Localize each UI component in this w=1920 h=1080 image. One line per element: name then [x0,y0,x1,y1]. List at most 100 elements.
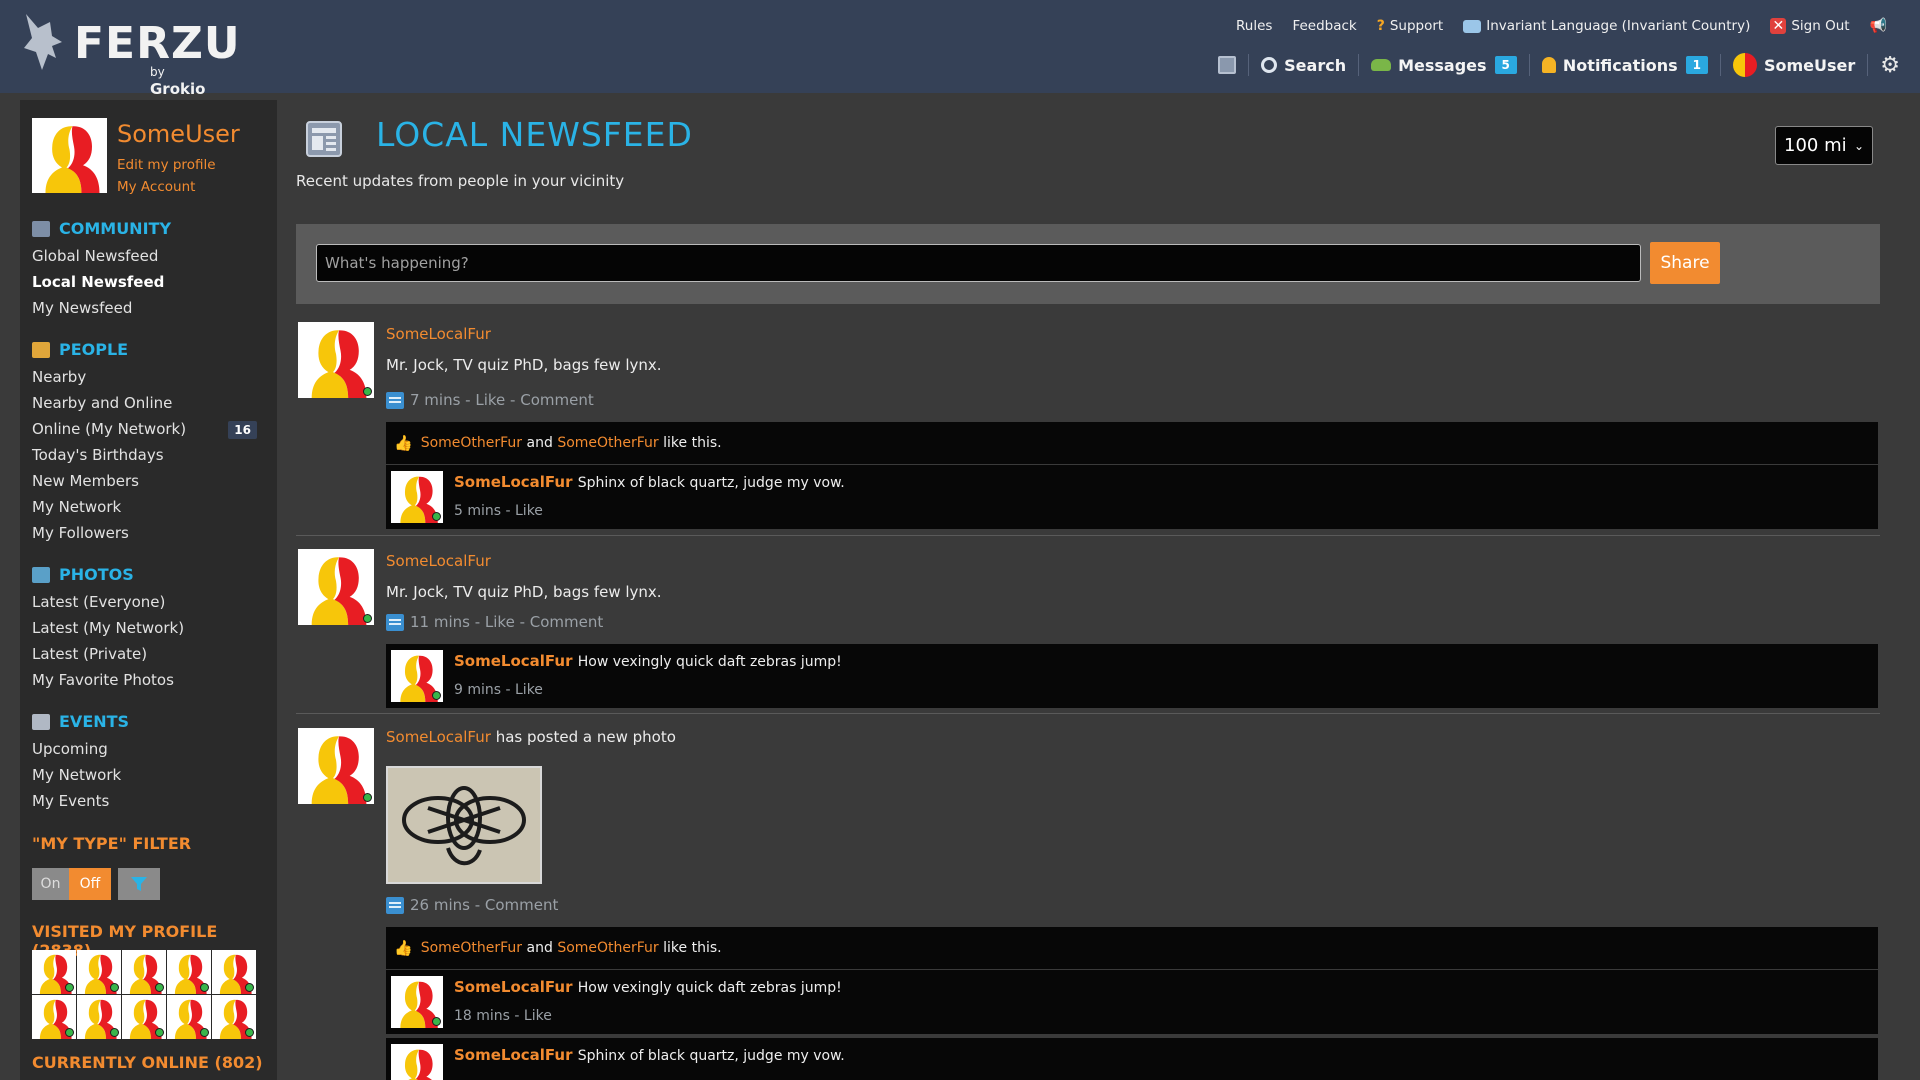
messages-icon [1371,59,1392,71]
sidebar-item-new-members[interactable]: New Members [32,472,139,490]
profile-username[interactable]: SomeUser [117,120,240,148]
ornament-image [388,768,540,882]
user-menu[interactable]: SomeUser [1732,53,1855,77]
comment-avatar[interactable] [391,1044,443,1080]
page-subtitle: Recent updates from people in your vicin… [296,172,625,190]
post-author-link[interactable]: SomeLocalFur [386,728,491,746]
thumbs-up-icon: 👍 [394,939,413,957]
filter-on-button[interactable]: On [32,868,69,900]
sidebar-item-latest-private[interactable]: Latest (Private) [32,645,147,663]
sidebar-item-online-network[interactable]: Online (My Network) [32,420,186,438]
author-avatar[interactable] [298,728,374,804]
notifications-nav[interactable]: Notifications 1 [1541,56,1708,75]
post-photo[interactable] [386,766,542,884]
brand-by: by Grokio [150,65,206,98]
question-icon: ? [1376,18,1385,34]
post-author-link[interactable]: SomeLocalFur [386,552,491,570]
comment: SomeLocalFur How vexingly quick daft zeb… [386,970,1878,1034]
visitors-grid [32,950,262,1039]
funnel-icon [131,877,147,891]
ferzu-logo[interactable]: FERZU by Grokio [22,12,240,98]
sidebar-item-local-newsfeed[interactable]: Local Newsfeed [32,273,164,291]
my-account-link[interactable]: My Account [117,179,195,195]
comment: SomeLocalFur How vexingly quick daft zeb… [386,644,1878,708]
comment-avatar[interactable] [391,471,443,523]
sidebar-item-my-followers[interactable]: My Followers [32,524,129,542]
liker-link[interactable]: SomeOtherFur [557,435,658,451]
support-link[interactable]: ? Support [1377,18,1444,34]
gear-icon: ⚙ [1880,52,1900,78]
signout-link[interactable]: ✕ Sign Out [1770,18,1850,34]
top-utility-nav: Rules Feedback ? Support Invariant Langua… [1216,16,1892,36]
author-avatar[interactable] [298,322,374,398]
messages-nav[interactable]: Messages 5 [1371,56,1517,75]
comment-meta: 9 mins - Like [454,682,543,698]
visitor-avatar[interactable] [32,950,76,994]
radius-select[interactable]: 100 mi ⌄ [1775,126,1873,165]
share-button[interactable]: Share [1650,242,1720,284]
events-section-title: EVENTS [32,712,129,731]
visitor-avatar[interactable] [212,950,256,994]
post-headline: SomeLocalFur has posted a new photo [386,728,676,746]
visitor-avatar[interactable] [122,995,166,1039]
sidebar-item-global-newsfeed[interactable]: Global Newsfeed [32,247,158,265]
people-icon [32,341,50,358]
visitor-avatar[interactable] [167,950,211,994]
chevron-down-icon: ⌄ [1853,138,1864,153]
sidebar-item-my-network[interactable]: My Network [32,498,121,516]
sidebar-item-birthdays[interactable]: Today's Birthdays [32,446,164,464]
sidebar-item-my-newsfeed[interactable]: My Newsfeed [32,299,132,317]
comment-author-link[interactable]: SomeLocalFur [454,473,573,491]
liker-link[interactable]: SomeOtherFur [421,435,522,451]
comment-avatar[interactable] [391,976,443,1028]
comment-text: How vexingly quick daft zebras jump! [577,654,842,670]
visitor-avatar[interactable] [167,995,211,1039]
settings-button[interactable]: ⚙ [1880,53,1900,78]
comment-text: Sphinx of black quartz, judge my vow. [577,475,845,491]
visitor-avatar[interactable] [77,950,121,994]
newsfeed-nav-button[interactable] [1218,56,1237,74]
search-nav[interactable]: Search [1261,56,1346,75]
megaphone-icon: 📢 [1869,18,1887,34]
close-icon: ✕ [1770,18,1787,34]
comment-author-link[interactable]: SomeLocalFur [454,1046,573,1064]
visitor-avatar[interactable] [212,995,256,1039]
sidebar-item-my-events[interactable]: My Events [32,792,109,810]
rules-link[interactable]: Rules [1236,18,1272,34]
status-input[interactable] [316,244,1641,282]
sidebar-item-latest-everyone[interactable]: Latest (Everyone) [32,593,165,611]
filter-off-button[interactable]: Off [69,868,111,900]
sidebar-item-favorite-photos[interactable]: My Favorite Photos [32,671,174,689]
author-avatar[interactable] [298,549,374,625]
main-nav: Search Messages 5 Notifications 1 SomeUser… [1218,52,1900,78]
post-text: Mr. Jock, TV quiz PhD, bags few lynx. [386,356,662,374]
megaphone-button[interactable]: 📢 [1870,18,1892,34]
post-meta: 26 mins - Comment [386,896,558,914]
sidebar-item-nearby-online[interactable]: Nearby and Online [32,394,172,412]
comment-author-link[interactable]: SomeLocalFur [454,652,573,670]
visitor-avatar[interactable] [32,995,76,1039]
filter-settings-button[interactable] [118,868,160,900]
calendar-icon [32,713,50,730]
sidebar-item-nearby[interactable]: Nearby [32,368,86,386]
comment-author-link[interactable]: SomeLocalFur [454,978,573,996]
online-count-badge: 16 [228,421,257,439]
liker-link[interactable]: SomeOtherFur [421,940,522,956]
messages-count-badge: 5 [1494,56,1517,74]
comment-icon [386,391,404,409]
language-link[interactable]: Invariant Language (Invariant Country) [1463,18,1750,34]
edit-profile-link[interactable]: Edit my profile [117,157,216,173]
comment-avatar[interactable] [391,650,443,702]
profile-avatar[interactable] [32,118,107,193]
feedback-link[interactable]: Feedback [1292,18,1356,34]
visitor-avatar[interactable] [77,995,121,1039]
post-author-link[interactable]: SomeLocalFur [386,325,491,343]
visitor-avatar[interactable] [122,950,166,994]
people-section-title: PEOPLE [32,340,128,359]
sidebar-item-upcoming[interactable]: Upcoming [32,740,108,758]
photos-section-title: PHOTOS [32,565,134,584]
sidebar-item-events-network[interactable]: My Network [32,766,121,784]
sidebar-item-latest-network[interactable]: Latest (My Network) [32,619,184,637]
post-text: has posted a new photo [495,728,676,746]
liker-link[interactable]: SomeOtherFur [557,940,658,956]
